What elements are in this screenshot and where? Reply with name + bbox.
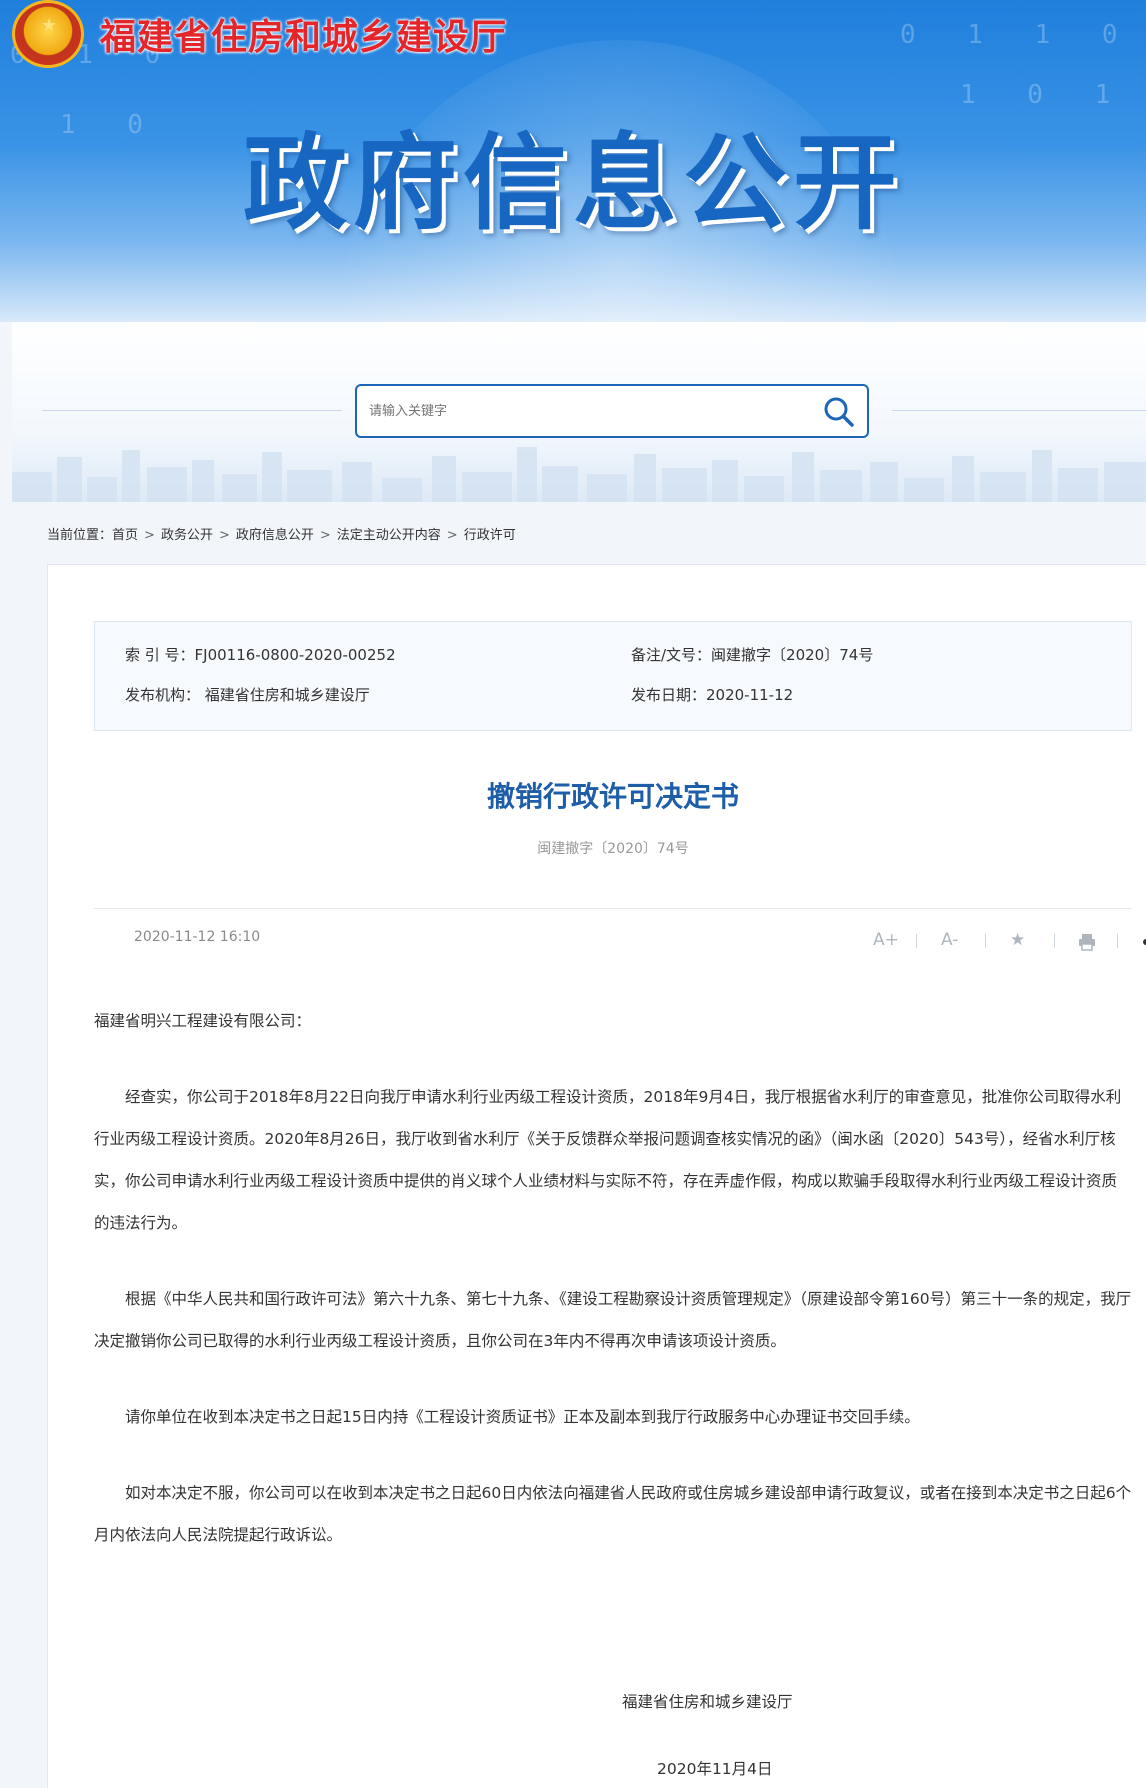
document-number: 闽建撤字〔2020〕74号 (537, 841, 689, 857)
toolbar-separator (1117, 934, 1118, 948)
meta-info-table: 索 引 号：FJ00116-0800-2020-00252 备注/文号：闽建撤字… (94, 621, 1132, 731)
title-divider (94, 908, 1132, 909)
font-decrease-button[interactable]: A- (941, 930, 958, 950)
breadcrumb-gov-affairs[interactable]: 政务公开 (161, 528, 213, 543)
paragraph: 请你单位在收到本决定书之日起15日内持《工程设计资质证书》正本及副本到我厅行政服… (125, 1408, 920, 1426)
document-addressee: 福建省明兴工程建设有限公司： (94, 1012, 312, 1030)
print-icon[interactable] (1078, 933, 1096, 951)
breadcrumb-statutory-content[interactable]: 法定主动公开内容 (337, 528, 441, 543)
search-input[interactable] (369, 396, 789, 426)
document-title: 撤销行政许可决定书 (486, 780, 739, 813)
breadcrumb: 当前位置：首页 > 政务公开 > 政府信息公开 > 法定主动公开内容 > 行政许可 (47, 524, 516, 543)
page-title: 政府信息公开 (242, 122, 903, 244)
toolbar-separator (985, 934, 986, 948)
paragraph: 如对本决定不服，你公司可以在收到本决定书之日起60日内依法向福建省人民政府或住房… (94, 1484, 1132, 1544)
search-section (12, 322, 1146, 502)
national-emblem-icon: ★ (12, 0, 84, 68)
paragraph: 经查实，你公司于2018年8月22日向我厅申请水利行业丙级工程设计资质，2018… (94, 1088, 1122, 1232)
breadcrumb-separator: > (446, 528, 458, 543)
search-divider-left (42, 410, 342, 411)
breadcrumb-prefix: 当前位置： (47, 528, 113, 543)
search-box (355, 384, 869, 438)
header-banner: 0 1 0 1 0 0 1 1 0 1 0 1 ★ 福建省住房和城乡建设厅 政府… (0, 0, 1146, 322)
meta-index-no: 索 引 号：FJ00116-0800-2020-00252 (125, 646, 396, 664)
binary-decoration: 0 1 1 0 (900, 20, 1136, 50)
toolbar-separator (1054, 934, 1055, 948)
search-icon[interactable] (821, 394, 857, 430)
toolbar-separator (916, 934, 917, 948)
breadcrumb-separator: > (319, 528, 331, 543)
meta-doc-no: 备注/文号：闽建撤字〔2020〕74号 (631, 646, 874, 664)
breadcrumb-separator: > (218, 528, 230, 543)
breadcrumb-admin-license[interactable]: 行政许可 (464, 528, 516, 543)
publish-timestamp: 2020-11-12 16:10 (134, 929, 261, 945)
breadcrumb-gov-info[interactable]: 政府信息公开 (236, 528, 314, 543)
site-name[interactable]: 福建省住房和城乡建设厅 (100, 8, 507, 60)
breadcrumb-separator: > (144, 528, 155, 543)
breadcrumb-home[interactable]: 首页 (112, 528, 138, 543)
article-card: 索 引 号：FJ00116-0800-2020-00252 备注/文号：闽建撤字… (47, 564, 1146, 1788)
signature-date: 2020年11月4日 (657, 1760, 773, 1778)
meta-publisher: 发布机构： 福建省住房和城乡建设厅 (125, 686, 370, 704)
share-icon[interactable] (1141, 932, 1146, 952)
paragraph: 根据《中华人民共和国行政许可法》第六十九条、第七十九条、《建设工程勘察设计资质管… (94, 1290, 1132, 1350)
signature-agency: 福建省住房和城乡建设厅 (622, 1693, 793, 1711)
favorite-star-icon[interactable]: ★ (1010, 930, 1025, 950)
font-increase-button[interactable]: A+ (873, 930, 899, 950)
meta-publish-date: 发布日期：2020-11-12 (631, 686, 794, 704)
document-body: 福建省明兴工程建设有限公司： 经查实，你公司于2018年8月22日向我厅申请水利… (94, 1000, 1132, 1556)
search-divider-right (892, 410, 1146, 411)
